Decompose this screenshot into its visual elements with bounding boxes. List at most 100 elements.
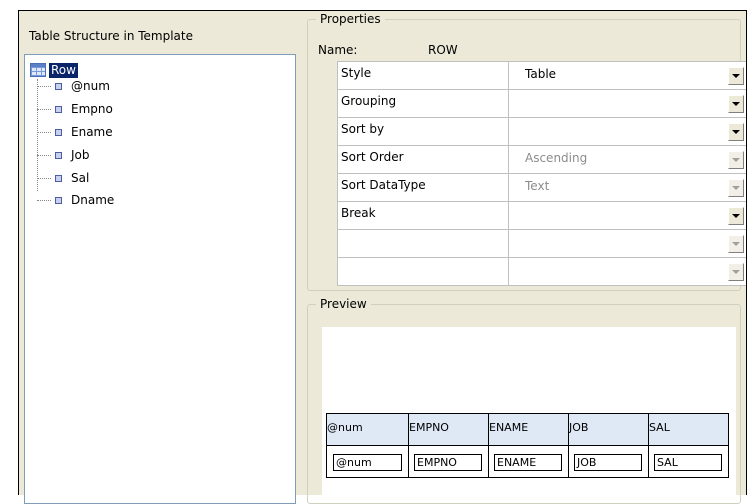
chevron-down-icon bbox=[732, 214, 740, 218]
preview-header-cell: EMPNO bbox=[409, 414, 489, 446]
name-value: ROW bbox=[428, 43, 458, 57]
field-node-icon bbox=[55, 196, 62, 204]
preview-field-box: JOB bbox=[574, 454, 642, 471]
property-row-sort-datatype: Sort DataType Text bbox=[338, 174, 746, 202]
property-value: Text bbox=[525, 179, 550, 193]
dropdown-button bbox=[728, 263, 744, 281]
property-row-empty bbox=[338, 258, 746, 286]
name-row: Name: ROW bbox=[318, 43, 458, 57]
tree-branch bbox=[37, 154, 51, 156]
preview-header-cell: JOB bbox=[569, 414, 649, 446]
tree-node-job[interactable]: Job bbox=[37, 147, 90, 163]
property-name: Sort Order bbox=[338, 146, 509, 173]
preview-data-cell: ENAME bbox=[489, 446, 569, 478]
chevron-down-icon bbox=[732, 130, 740, 134]
empty-select bbox=[509, 230, 746, 257]
field-node-icon bbox=[55, 82, 62, 90]
tree-branch bbox=[37, 199, 51, 201]
preview-field-box: SAL bbox=[654, 454, 722, 471]
tree-node-label: Dname bbox=[71, 193, 115, 207]
preview-field-box: EMPNO bbox=[414, 454, 482, 471]
chevron-down-icon bbox=[732, 74, 740, 78]
tree-node-label: @num bbox=[71, 79, 110, 93]
tree-node-row[interactable]: Row bbox=[30, 62, 78, 78]
field-node-icon bbox=[55, 151, 62, 159]
property-row-sort-order: Sort Order Ascending bbox=[338, 146, 746, 174]
grouping-select[interactable] bbox=[509, 90, 746, 117]
tree-branch bbox=[37, 177, 51, 179]
tree-node-label: Ename bbox=[71, 125, 113, 139]
property-name: Sort DataType bbox=[338, 174, 509, 201]
field-node-icon bbox=[55, 128, 62, 136]
tree-node-label: Sal bbox=[71, 171, 90, 185]
tree-node-empno[interactable]: Empno bbox=[37, 101, 113, 117]
tree-node-label: Job bbox=[71, 148, 90, 162]
property-row-style: Style Table bbox=[338, 62, 746, 90]
preview-field-box: ENAME bbox=[494, 454, 562, 471]
template-editor-window: Table Structure in Template Row @num Emp… bbox=[18, 10, 748, 504]
dropdown-button[interactable] bbox=[728, 67, 744, 85]
tree-branch bbox=[37, 108, 51, 110]
preview-data-row: @num EMPNO ENAME JOB SAL bbox=[327, 446, 729, 478]
chevron-down-icon bbox=[732, 158, 740, 162]
dropdown-button[interactable] bbox=[728, 207, 744, 225]
property-row-grouping: Grouping bbox=[338, 90, 746, 118]
preview-canvas: @num EMPNO ENAME JOB SAL @num EMPNO ENAM… bbox=[322, 327, 736, 497]
dropdown-button[interactable] bbox=[728, 95, 744, 113]
style-select[interactable]: Table bbox=[509, 62, 746, 89]
property-name: Sort by bbox=[338, 118, 509, 145]
empty-select bbox=[509, 258, 746, 285]
tree-panel-title: Table Structure in Template bbox=[29, 29, 193, 43]
property-name: Grouping bbox=[338, 90, 509, 117]
preview-header-cell: @num bbox=[327, 414, 409, 446]
preview-header-cell: ENAME bbox=[489, 414, 569, 446]
property-row-break: Break bbox=[338, 202, 746, 230]
tree-node-label: Empno bbox=[71, 102, 113, 116]
tree-node-num[interactable]: @num bbox=[37, 78, 110, 94]
preview-legend: Preview bbox=[316, 297, 371, 311]
property-name: Style bbox=[338, 62, 509, 89]
name-label: Name: bbox=[318, 43, 358, 57]
sort-by-select[interactable] bbox=[509, 118, 746, 145]
chevron-down-icon bbox=[732, 102, 740, 106]
properties-legend: Properties bbox=[316, 12, 385, 26]
chevron-down-icon bbox=[732, 242, 740, 246]
preview-data-cell: SAL bbox=[649, 446, 729, 478]
tree-branch bbox=[37, 131, 51, 133]
property-row-sort-by: Sort by bbox=[338, 118, 746, 146]
property-value: Ascending bbox=[525, 151, 588, 165]
property-row-empty bbox=[338, 230, 746, 258]
preview-group: Preview @num EMPNO ENAME JOB SAL @num EM… bbox=[307, 297, 741, 504]
preview-header-cell: SAL bbox=[649, 414, 729, 446]
dropdown-button bbox=[728, 179, 744, 197]
preview-field-box: @num bbox=[333, 454, 402, 471]
chevron-down-icon bbox=[732, 270, 740, 274]
property-value: Table bbox=[525, 67, 557, 81]
chevron-down-icon bbox=[732, 186, 740, 190]
tree-branch bbox=[37, 85, 51, 87]
field-node-icon bbox=[55, 174, 62, 182]
tree-node-sal[interactable]: Sal bbox=[37, 170, 89, 186]
sort-datatype-select: Text bbox=[509, 174, 746, 201]
preview-data-cell: EMPNO bbox=[409, 446, 489, 478]
break-select[interactable] bbox=[509, 202, 746, 229]
dropdown-button bbox=[728, 151, 744, 169]
sort-order-select: Ascending bbox=[509, 146, 746, 173]
field-node-icon bbox=[55, 105, 62, 113]
dropdown-button[interactable] bbox=[728, 123, 744, 141]
property-name bbox=[338, 258, 509, 285]
preview-header-row: @num EMPNO ENAME JOB SAL bbox=[327, 414, 729, 446]
preview-data-cell: JOB bbox=[569, 446, 649, 478]
property-name bbox=[338, 230, 509, 257]
table-grid-icon bbox=[30, 63, 46, 77]
dropdown-button bbox=[728, 235, 744, 253]
preview-data-cell: @num bbox=[327, 446, 409, 478]
tree-node-dname[interactable]: Dname bbox=[37, 192, 114, 208]
right-panel: Properties Name: ROW Style Table Groupin… bbox=[302, 11, 748, 504]
property-name: Break bbox=[338, 202, 509, 229]
table-structure-tree[interactable]: Row @num Empno Ename Job Sal Dname bbox=[24, 54, 296, 504]
tree-node-row-label: Row bbox=[49, 62, 78, 78]
tree-node-ename[interactable]: Ename bbox=[37, 124, 113, 140]
preview-table: @num EMPNO ENAME JOB SAL @num EMPNO ENAM… bbox=[326, 413, 729, 478]
properties-grid: Style Table Grouping Sort by Sort Order … bbox=[337, 61, 746, 286]
